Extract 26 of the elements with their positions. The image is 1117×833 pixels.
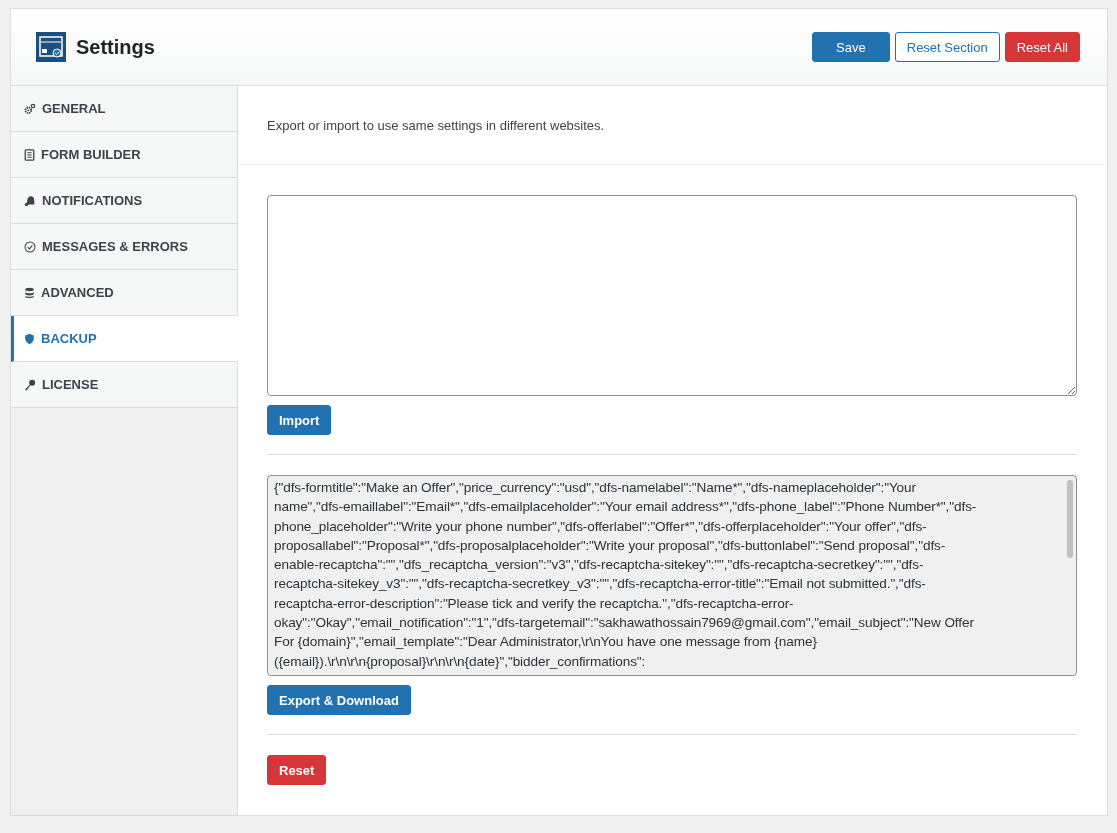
section-description: Export or import to use same settings in different websites. (238, 86, 1107, 165)
reset-all-button[interactable]: Reset All (1004, 32, 1080, 62)
import-field[interactable] (267, 195, 1077, 396)
check-circle-icon (24, 240, 36, 253)
shield-icon (24, 332, 35, 345)
bell-icon (24, 194, 36, 207)
sidebar-tab[interactable]: BACKUP (11, 316, 238, 362)
save-button[interactable]: Save (812, 32, 890, 62)
database-icon (24, 286, 35, 299)
export-download-button[interactable]: Export & Download (267, 685, 411, 715)
gears-icon (24, 102, 36, 115)
export-field[interactable]: {"dfs-formtitle":"Make an Offer","price_currency":"usd","dfs-namelabel":"Name*","dfs-nameplaceholder":"Your name","dfs-emaillabel":"Email*","dfs-emailplaceholder":"Your email address*","dfs-phone_label":"Phone Number*","dfs- phone_placeholder":"Write your phone number","dfs-offerlabel":"Offer*","dfs-offerplaceholder":"Your offer","dfs- proposallabel":"Proposal*","dfs-proposalplaceholder":"Write your proposal","dfs-buttonlabel":"Send proposal","dfs- enable-recaptcha":"","dfs_recaptcha_version":"v3","dfs-recaptcha-sitekey":"","dfs-recaptcha-secretkey":"","dfs- recaptcha-sitekey_v3":"","dfs-recaptcha-secretkey_v3":"","dfs-recaptcha-error-title":"Email not submitted.","dfs- recaptcha-error-description":"Please tick and verify the recaptcha.","dfs-recaptcha-error- okay":"Okay","email_notification":"1","dfs-targetemail":"sakhawathossain7969@gmail.com","email_subject":"New Offer For {domain}","email_template":"Dear Administrator,\r\nYou have one message from {name} ({email}).\r\n\r\n{proposal}\r\n\r\n{date}","bidder_confirmations": (267, 475, 1077, 676)
reset-section-button[interactable]: Reset Section (894, 32, 1000, 62)
sidebar-tab[interactable]: GENERAL (11, 86, 237, 132)
sidebar-tab[interactable]: MESSAGES & ERRORS (11, 224, 237, 270)
sidebar-tab[interactable]: ADVANCED (11, 270, 237, 316)
import-button[interactable]: Import (267, 405, 332, 435)
page-title: Settings (76, 35, 155, 59)
key-icon (24, 378, 36, 391)
website-settings-logo-icon (36, 32, 66, 62)
sidebar-tab[interactable]: NOTIFICATIONS (11, 178, 237, 224)
reset-button[interactable]: Reset (267, 755, 327, 785)
sidebar-tab[interactable]: FORM BUILDER (11, 132, 237, 178)
sidebar-tab[interactable]: LICENSE (11, 362, 237, 408)
scrollbar-thumb[interactable] (1067, 480, 1073, 558)
document-icon (24, 148, 35, 161)
